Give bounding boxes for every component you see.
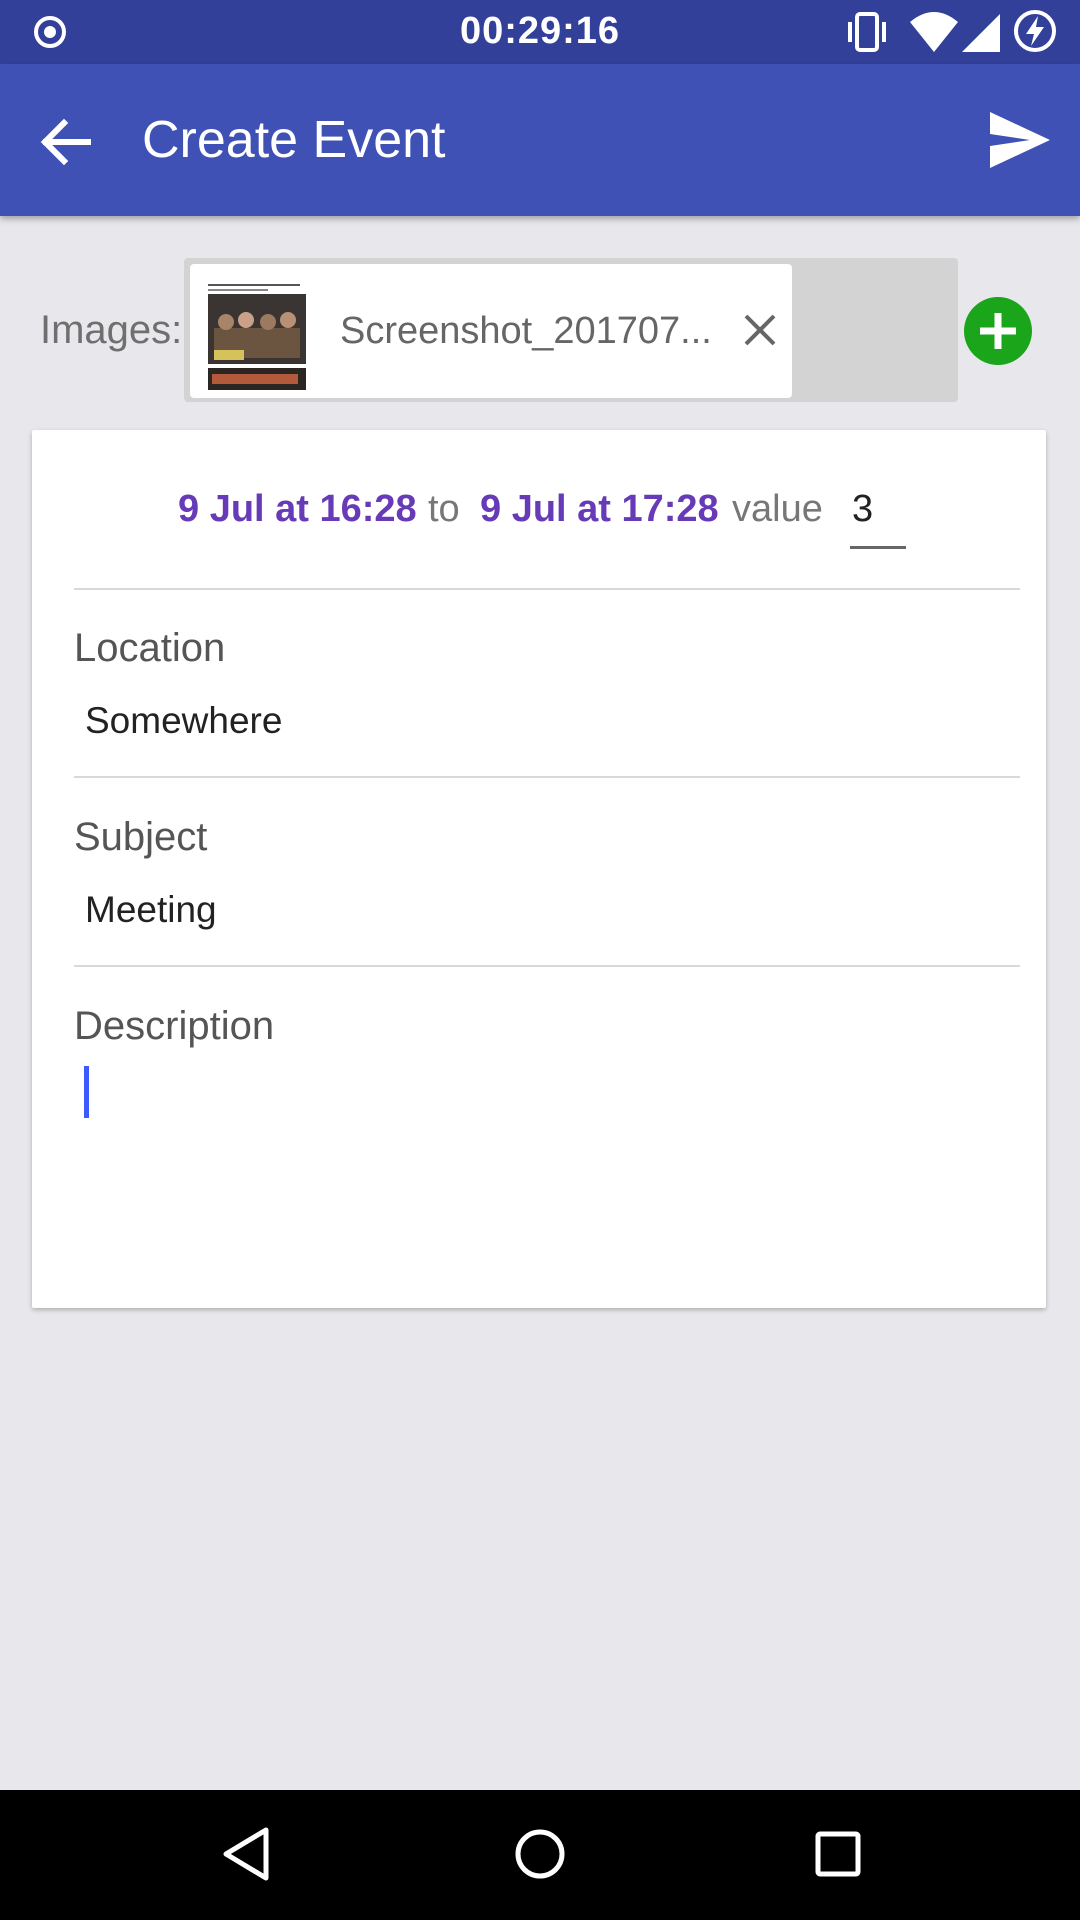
- event-form-card: 9 Jul at 16:28 to 9 Jul at 17:28 value 3…: [32, 430, 1046, 1308]
- image-attachment-chip[interactable]: Screenshot_201707...: [190, 264, 792, 398]
- image-filename: Screenshot_201707...: [340, 310, 712, 352]
- end-date-button[interactable]: 9 Jul at 17:28: [480, 488, 719, 531]
- vibrate-icon: [848, 12, 886, 52]
- value-label: value: [732, 488, 823, 530]
- divider: [74, 965, 1020, 967]
- add-icon: [980, 313, 1016, 349]
- send-icon[interactable]: [988, 108, 1052, 172]
- image-attachment-strip[interactable]: Screenshot_201707...: [184, 258, 958, 402]
- nav-home-icon[interactable]: [510, 1822, 570, 1886]
- location-input[interactable]: Somewhere: [85, 700, 282, 742]
- wifi-icon: [910, 12, 958, 52]
- app-bar: Create Event: [0, 64, 1080, 216]
- image-thumbnail[interactable]: [206, 280, 308, 390]
- divider: [74, 776, 1020, 778]
- close-icon[interactable]: [740, 310, 780, 350]
- nav-recents-icon[interactable]: [808, 1822, 868, 1886]
- nav-back-icon[interactable]: [216, 1822, 276, 1886]
- start-date-button[interactable]: 9 Jul at 16:28: [178, 488, 417, 531]
- add-image-button[interactable]: [964, 297, 1032, 365]
- description-label: Description: [74, 1004, 275, 1048]
- value-input[interactable]: 3: [850, 488, 906, 549]
- status-bar: 00:29:16: [0, 0, 1080, 64]
- navigation-bar: [0, 1790, 1080, 1920]
- battery-charging-icon: [1014, 10, 1056, 52]
- images-label: Images:: [40, 308, 183, 352]
- text-cursor: [84, 1066, 89, 1118]
- back-arrow-icon[interactable]: [36, 112, 96, 172]
- location-label: Location: [74, 626, 226, 670]
- subject-input[interactable]: Meeting: [85, 889, 217, 931]
- description-input[interactable]: [85, 1066, 985, 1266]
- subject-label: Subject: [74, 815, 208, 859]
- date-range-row: 9 Jul at 16:28 to 9 Jul at 17:28 value 3: [32, 488, 1046, 549]
- page-title: Create Event: [142, 111, 446, 169]
- to-label: to: [428, 488, 460, 530]
- value-input-text: 3: [852, 488, 874, 530]
- divider: [74, 588, 1020, 590]
- signal-icon: [962, 14, 1000, 52]
